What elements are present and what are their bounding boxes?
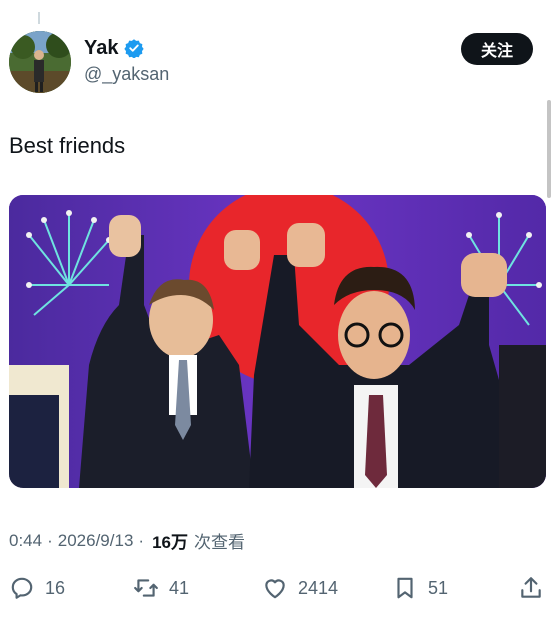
tweet-photo xyxy=(9,195,546,488)
action-bar: 16 41 2414 51 xyxy=(0,568,558,608)
share-button[interactable] xyxy=(518,568,544,608)
retweet-count: 41 xyxy=(169,577,190,598)
tweet-date[interactable]: 2026/9/13 xyxy=(58,531,134,551)
meta-separator: · xyxy=(47,530,53,550)
share-icon xyxy=(521,577,541,598)
follow-button[interactable]: 关注 xyxy=(461,33,533,65)
like-button[interactable]: 2414 xyxy=(262,568,338,608)
reply-button[interactable]: 16 xyxy=(9,568,65,608)
reply-count: 16 xyxy=(45,577,66,598)
views-label: 次查看 xyxy=(194,533,245,553)
display-name[interactable]: Yak xyxy=(84,36,118,60)
avatar[interactable] xyxy=(9,31,71,93)
retweet-button[interactable]: 41 xyxy=(133,568,189,608)
like-count: 2414 xyxy=(298,577,339,598)
bookmark-button[interactable]: 51 xyxy=(392,568,448,608)
tweet-image[interactable] xyxy=(9,195,546,488)
reply-icon xyxy=(11,577,33,599)
tweet-meta: 0:44 · 2026/9/13 · 16万 次查看 xyxy=(9,528,245,554)
thread-connector xyxy=(38,12,40,24)
bookmark-count: 51 xyxy=(428,577,449,598)
views-count: 16万 xyxy=(152,533,188,552)
heart-icon xyxy=(265,579,285,599)
user-handle[interactable]: @_yaksan xyxy=(84,64,169,85)
meta-separator: · xyxy=(138,530,145,550)
verified-badge-icon xyxy=(124,38,145,59)
retweet-icon xyxy=(134,579,158,597)
scrollbar[interactable] xyxy=(547,100,551,198)
tweet-time[interactable]: 0:44 xyxy=(9,531,42,551)
bookmark-icon xyxy=(397,577,413,599)
tweet-text: Best friends xyxy=(9,133,126,158)
avatar-image xyxy=(9,31,71,93)
author-name-row[interactable]: Yak xyxy=(84,36,145,60)
